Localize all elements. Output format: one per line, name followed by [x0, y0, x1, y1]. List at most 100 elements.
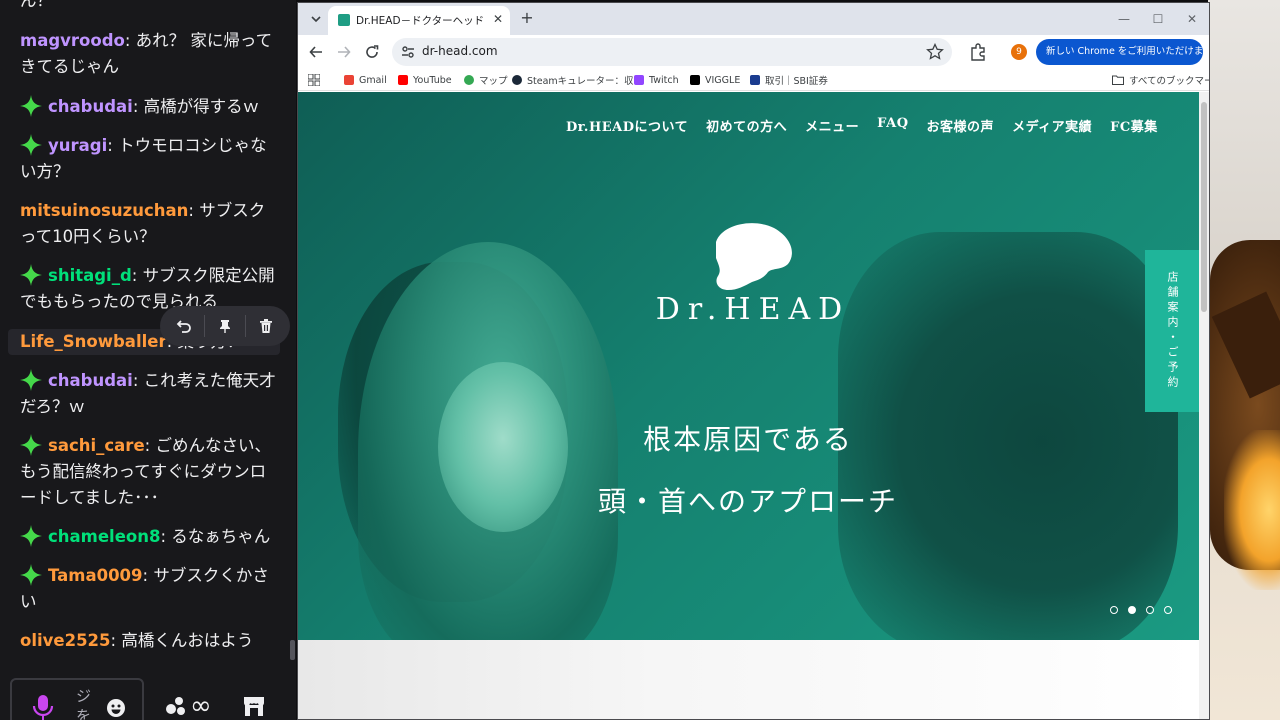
bookmark-label: VIGGLE: [705, 74, 741, 86]
chat-message[interactable]: chabudai: 高橋が得するｗ: [20, 94, 276, 120]
chat-username[interactable]: shitagi_d: [48, 266, 132, 285]
address-bar[interactable]: dr-head.com: [392, 38, 952, 66]
chat-message-text: 高橋くんおはよう: [121, 631, 254, 650]
site-logo[interactable]: Dr.HEAD: [638, 292, 868, 327]
hero-headline-line1: 根本原因である: [643, 423, 853, 456]
chat-message[interactable]: olive2525: 高橋くんおはよう: [20, 628, 276, 654]
message-hover-actions: [160, 306, 290, 346]
page-scrollbar[interactable]: [1199, 92, 1209, 719]
chat-message-text: ん？: [20, 0, 53, 10]
twitch-icon: [634, 75, 644, 85]
tab-close-icon[interactable]: ✕: [490, 11, 506, 27]
chat-separator: :: [131, 266, 143, 285]
chat-panel: ん？ magvroodo: あれ？ 家に帰ってきてるじゃん chabudai: 高…: [0, 0, 296, 720]
minimize-button[interactable]: —: [1114, 9, 1134, 29]
bookmark-label: 取引｜SBI証券: [765, 76, 828, 87]
delete-icon[interactable]: [253, 313, 279, 339]
chat-username[interactable]: olive2525: [20, 631, 111, 650]
page-scrollbar-thumb[interactable]: [1201, 102, 1207, 312]
bookmark-sbi[interactable]: 取引｜SBI証券: [750, 72, 828, 88]
site-favicon-icon: [338, 14, 350, 26]
sparkle-badge-icon: [20, 525, 42, 547]
divider: [204, 315, 206, 337]
chat-input[interactable]: ジを: [10, 678, 144, 720]
chrome-update-button[interactable]: 新しい Chrome をご利用いただけます ⋮: [1036, 39, 1209, 65]
bookmark-steam[interactable]: Steamキュレーター：収...: [512, 72, 643, 88]
chat-username[interactable]: mitsuinosuzuchan: [20, 201, 188, 220]
bookmark-gmail[interactable]: Gmail: [344, 72, 387, 88]
chat-username[interactable]: Life_Snowballer: [20, 332, 167, 351]
pin-icon[interactable]: [212, 313, 238, 339]
nav-voices[interactable]: お客様の声: [927, 116, 995, 135]
bookmark-maps[interactable]: マップ: [464, 72, 508, 88]
bookmark-twitch[interactable]: Twitch: [634, 72, 679, 88]
store-booking-tab[interactable]: 店舗案内・ご予約: [1145, 250, 1199, 412]
bookmark-label: マップ: [479, 76, 508, 87]
chat-separator: :: [142, 566, 154, 585]
tab-search-button[interactable]: [304, 7, 328, 31]
content-below-hero: [298, 640, 1199, 719]
nav-menu[interactable]: メニュー: [805, 116, 859, 135]
chat-message[interactable]: magvroodo: あれ？ 家に帰ってきてるじゃん: [20, 28, 276, 80]
chat-separator: :: [110, 631, 122, 650]
chat-message[interactable]: Tama0009: サブスクくかさい: [20, 563, 276, 615]
bookmark-viggle[interactable]: VIGGLE: [690, 72, 740, 88]
slider-dot[interactable]: [1146, 606, 1154, 614]
browser-titlebar: Dr.HEAD－ドクターヘッド【首肩こり ✕ + — ☐ ✕: [298, 3, 1209, 35]
emoji-icon[interactable]: [106, 698, 126, 720]
bookmark-label: Gmail: [359, 74, 387, 86]
microphone-icon[interactable]: [32, 694, 54, 720]
chat-message[interactable]: mitsuinosuzuchan: サブスクって10円くらい？: [20, 198, 276, 250]
page-viewport: Dr.HEADについて 初めての方へ メニュー FAQ お客様の声 メディア実績…: [298, 92, 1199, 719]
chat-scrollbar[interactable]: [290, 640, 295, 660]
bookmark-star-icon[interactable]: [926, 43, 944, 61]
infinity-label: ∞: [190, 691, 212, 720]
bookmark-youtube[interactable]: YouTube: [398, 72, 452, 88]
sbi-icon: [750, 75, 760, 85]
profile-avatar[interactable]: 9: [1011, 44, 1027, 60]
reply-icon[interactable]: [171, 313, 197, 339]
slider-dot-active[interactable]: [1128, 606, 1136, 614]
chat-username[interactable]: magvroodo: [20, 31, 125, 50]
chat-username[interactable]: chabudai: [48, 371, 133, 390]
reload-button[interactable]: [360, 40, 384, 64]
back-button[interactable]: [304, 40, 328, 64]
chat-message[interactable]: sachi_care: ごめんなさい、もう配信終わってすぐにダウンロードしてまし…: [20, 433, 276, 511]
chat-separator: :: [132, 371, 144, 390]
nav-first-time[interactable]: 初めての方へ: [706, 116, 787, 135]
new-tab-button[interactable]: +: [516, 7, 538, 29]
chat-username[interactable]: sachi_care: [48, 436, 145, 455]
extensions-icon[interactable]: [968, 42, 988, 62]
bits-icon: [166, 697, 185, 715]
slider-dot[interactable]: [1110, 606, 1118, 614]
nav-media[interactable]: メディア実績: [1012, 116, 1092, 135]
chat-username[interactable]: yuragi: [48, 136, 107, 155]
browser-tab-active[interactable]: Dr.HEAD－ドクターヘッド【首肩こり ✕: [328, 6, 510, 35]
nav-faq[interactable]: FAQ: [877, 116, 908, 135]
chat-username[interactable]: chameleon8: [48, 527, 160, 546]
steam-icon: [512, 75, 522, 85]
sparkle-badge-icon: [20, 564, 42, 586]
apps-icon[interactable]: [308, 72, 320, 88]
maximize-button[interactable]: ☐: [1148, 9, 1168, 29]
chat-message[interactable]: chameleon8: るなぁちゃん: [20, 524, 276, 550]
viggle-icon: [690, 75, 700, 85]
bits-button[interactable]: ∞: [164, 691, 212, 720]
bookmarks-bar: Gmail YouTube マップ Steamキュレーター：収... Twitc…: [298, 69, 1209, 91]
lamp-glow-image: [1224, 430, 1280, 590]
store-button[interactable]: [242, 694, 266, 718]
nav-fc[interactable]: FC募集: [1110, 116, 1158, 135]
close-window-button[interactable]: ✕: [1182, 9, 1202, 29]
chat-username[interactable]: Tama0009: [48, 566, 143, 585]
chat-message[interactable]: yuragi: トウモロコシじゃない方？: [20, 133, 276, 185]
chat-username[interactable]: chabudai: [48, 97, 133, 116]
all-bookmarks-button[interactable]: すべてのブックマーク: [1112, 72, 1209, 88]
sparkle-badge-icon: [20, 434, 42, 456]
site-info-icon[interactable]: [400, 44, 416, 60]
chat-message[interactable]: chabudai: これ考えた俺天才だろ？ｗ: [20, 368, 276, 420]
update-label: 新しい Chrome をご利用いただけます: [1046, 46, 1210, 57]
nav-about[interactable]: Dr.HEADについて: [566, 116, 688, 135]
slider-dot[interactable]: [1164, 606, 1172, 614]
bookmark-label: Steamキュレーター：収...: [527, 76, 643, 87]
forward-button[interactable]: [332, 40, 356, 64]
